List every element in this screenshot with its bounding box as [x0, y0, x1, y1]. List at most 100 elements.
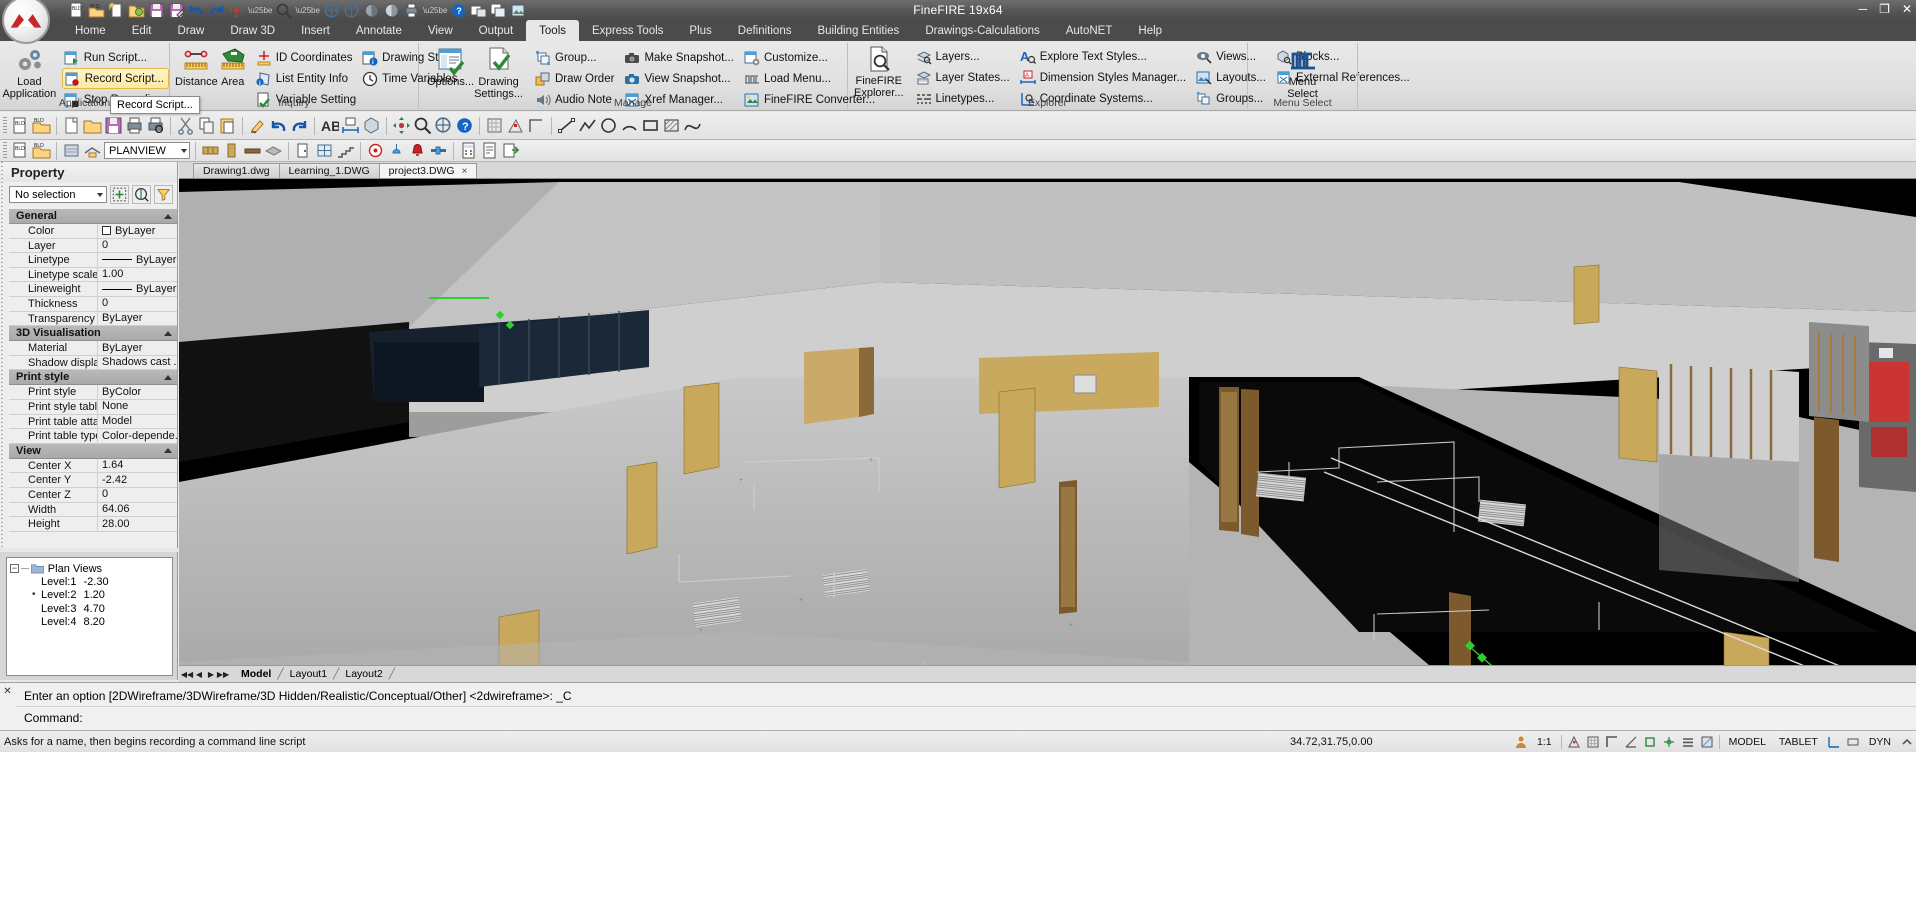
- ribbon-tab-output[interactable]: Output: [466, 20, 527, 41]
- status-osnap-icon[interactable]: [1643, 735, 1657, 749]
- property-value-cell[interactable]: 0: [98, 239, 177, 253]
- layer-states-button[interactable]: Layer States...: [916, 67, 1010, 88]
- property-toolbar[interactable]: No selection: [0, 182, 177, 207]
- property-row[interactable]: Linetype scale1.00: [9, 268, 177, 283]
- document-tab[interactable]: Drawing1.dwg: [193, 163, 280, 178]
- property-row[interactable]: Shadow displayShadows cast ...: [9, 356, 177, 371]
- status-lwt-icon[interactable]: [1681, 735, 1695, 749]
- draw-order-button[interactable]: Draw Order: [535, 68, 614, 89]
- property-row[interactable]: Print style tableNone: [9, 400, 177, 415]
- ribbon-tab-insert[interactable]: Insert: [288, 20, 343, 41]
- quick-select-icon[interactable]: [110, 185, 129, 204]
- tree-item-level[interactable]: Level:48.20: [10, 616, 169, 629]
- line-toolbar-icon[interactable]: [557, 116, 576, 135]
- status-snap-icon[interactable]: [1567, 735, 1581, 749]
- status-transparency-icon[interactable]: [1700, 735, 1714, 749]
- ortho-toolbar-icon[interactable]: [527, 116, 546, 135]
- property-row[interactable]: Print table typeColor-depende...: [9, 429, 177, 444]
- open-bld2-icon[interactable]: BLD: [32, 141, 51, 160]
- plan-view-select[interactable]: PLANVIEW: [104, 142, 190, 159]
- property-row[interactable]: LinetypeByLayer: [9, 253, 177, 268]
- view-snapshot-button[interactable]: View Snapshot...: [624, 68, 734, 89]
- status-person-icon[interactable]: [1514, 735, 1528, 749]
- ribbon-tab-autonet[interactable]: AutoNET: [1053, 20, 1126, 41]
- property-row[interactable]: Thickness0: [9, 297, 177, 312]
- print-toolbar-icon[interactable]: [125, 116, 144, 135]
- first-layout-button[interactable]: ◀◀: [181, 668, 193, 681]
- property-row[interactable]: Width64.06: [9, 503, 177, 518]
- collapse-arrow-icon[interactable]: [164, 448, 172, 453]
- property-value-cell[interactable]: ByColor: [98, 385, 177, 399]
- make-snapshot-button[interactable]: Make Snapshot...: [624, 47, 734, 68]
- collapse-arrow-icon[interactable]: [164, 214, 172, 219]
- property-row[interactable]: MaterialByLayer: [9, 341, 177, 356]
- layout-tab[interactable]: Layout1: [284, 667, 333, 682]
- cut-toolbar-icon[interactable]: [176, 116, 195, 135]
- drawing-canvas[interactable]: ++ ++ ++: [179, 162, 1916, 682]
- polyline-toolbar-icon[interactable]: [578, 116, 597, 135]
- property-value-cell[interactable]: ByLayer: [98, 224, 177, 238]
- open-file-toolbar-icon[interactable]: [83, 116, 102, 135]
- dimension-styles-manager-button[interactable]: A Dimension Styles Manager...: [1020, 67, 1186, 88]
- redo-toolbar-icon[interactable]: [290, 116, 309, 135]
- property-row[interactable]: Center X1.64: [9, 459, 177, 474]
- property-group-header[interactable]: General: [9, 209, 177, 224]
- property-value-cell[interactable]: 1.64: [98, 459, 177, 473]
- id-coordinates-button[interactable]: ID Coordinates: [256, 47, 356, 68]
- status-right-group[interactable]: 1:1 MODEL TABLET DYN: [1514, 735, 1914, 749]
- layout-tab[interactable]: Layout2: [339, 667, 388, 682]
- ribbon-tab-draw-3d[interactable]: Draw 3D: [217, 20, 288, 41]
- menu-select-button[interactable]: Menu Select: [1273, 46, 1333, 100]
- zoom-extents-toolbar-icon[interactable]: [434, 116, 453, 135]
- paste-toolbar-icon[interactable]: [218, 116, 237, 135]
- wall-tool-icon[interactable]: [201, 141, 220, 160]
- property-value-cell[interactable]: Shadows cast ...: [98, 356, 177, 370]
- calc-tool-icon[interactable]: [459, 141, 478, 160]
- zoom-toolbar-icon[interactable]: [413, 116, 432, 135]
- close-button[interactable]: ✕: [1902, 2, 1912, 16]
- property-row[interactable]: Height28.00: [9, 517, 177, 532]
- property-value-cell[interactable]: 1.00: [98, 268, 177, 282]
- property-list[interactable]: GeneralColorByLayerLayer0LinetypeByLayer…: [9, 209, 177, 548]
- property-row[interactable]: ColorByLayer: [9, 224, 177, 239]
- new-file-toolbar-icon[interactable]: [62, 116, 81, 135]
- export-tool-icon[interactable]: [501, 141, 520, 160]
- grid-toolbar-icon[interactable]: [485, 116, 504, 135]
- tree-item-level[interactable]: •Level:21.20: [10, 589, 169, 602]
- plan-level-icon[interactable]: [83, 141, 102, 160]
- window-controls[interactable]: ─ ❐ ✕: [1859, 2, 1912, 16]
- arc-toolbar-icon[interactable]: [620, 116, 639, 135]
- open-bld-toolbar-icon[interactable]: BLD: [32, 116, 51, 135]
- spline-toolbar-icon[interactable]: [683, 116, 702, 135]
- tree-expand-icon[interactable]: −: [10, 564, 19, 573]
- property-row[interactable]: Print styleByColor: [9, 385, 177, 400]
- tree-item-level[interactable]: Level:1-2.30: [10, 575, 169, 588]
- layout-tab-bar[interactable]: ◀◀◀▶▶▶Model╱Layout1╱Layout2╱: [179, 665, 1916, 682]
- dimension-toolbar-icon[interactable]: [341, 116, 360, 135]
- maximize-button[interactable]: ❐: [1879, 2, 1890, 16]
- status-grid-icon[interactable]: [1586, 735, 1600, 749]
- save-toolbar-icon[interactable]: [104, 116, 123, 135]
- select-objects-icon[interactable]: [132, 185, 151, 204]
- status-ucs-icon[interactable]: [1827, 735, 1841, 749]
- ribbon-tab-annotate[interactable]: Annotate: [343, 20, 415, 41]
- status-dyn-icon[interactable]: [1846, 735, 1860, 749]
- hatch-toolbar-icon[interactable]: [662, 116, 681, 135]
- main-toolbar[interactable]: BLD BLD ABC ?: [0, 112, 1916, 140]
- pipe-tool-icon[interactable]: [429, 141, 448, 160]
- ribbon-tab-bar[interactable]: HomeEditDrawDraw 3DInsertAnnotateViewOut…: [0, 20, 1916, 41]
- undo-toolbar-icon[interactable]: [269, 116, 288, 135]
- group-button[interactable]: Group...: [535, 47, 614, 68]
- match-properties-toolbar-icon[interactable]: [248, 116, 267, 135]
- ribbon-tab-tools[interactable]: Tools: [526, 20, 579, 41]
- ribbon-tab-help[interactable]: Help: [1125, 20, 1175, 41]
- layer-toolbar-grip[interactable]: [3, 142, 7, 160]
- copy-toolbar-icon[interactable]: [197, 116, 216, 135]
- beam-tool-icon[interactable]: [243, 141, 262, 160]
- status-expand-icon[interactable]: [1900, 735, 1914, 749]
- document-tab-close-icon[interactable]: ×: [462, 166, 468, 177]
- property-value-cell[interactable]: -2.42: [98, 473, 177, 487]
- property-row[interactable]: Center Y-2.42: [9, 473, 177, 488]
- layout-tab[interactable]: Model: [235, 667, 277, 682]
- rectangle-toolbar-icon[interactable]: [641, 116, 660, 135]
